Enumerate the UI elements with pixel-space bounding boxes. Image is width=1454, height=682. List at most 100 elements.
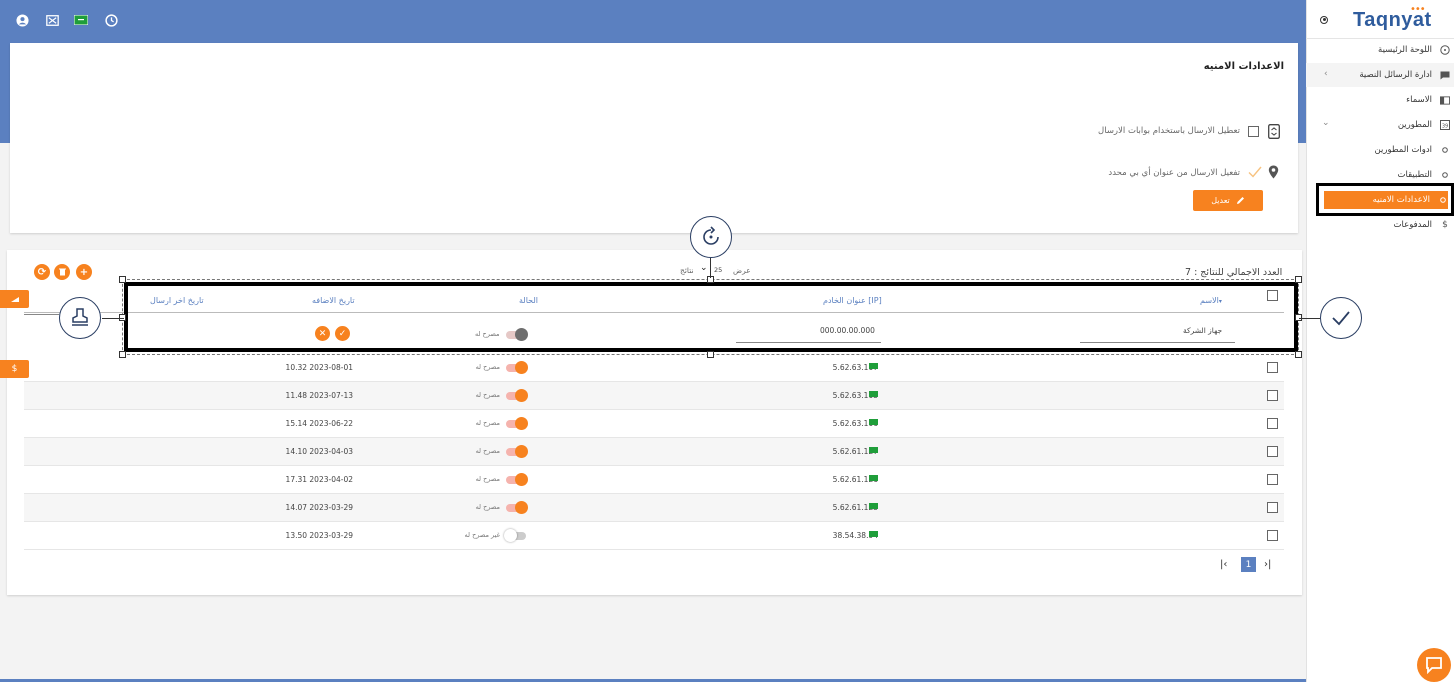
sidebar-item-dev-tools[interactable]: ادوات المطورين <box>1375 145 1433 155</box>
check-icon <box>1248 166 1262 178</box>
row-added-date: 17.31 2023-04-02 <box>285 475 353 484</box>
total-results: العدد الاجمالي للنتائج : 7 <box>1185 267 1283 278</box>
language-flag-icon[interactable] <box>73 12 89 28</box>
rotate-icon[interactable] <box>690 216 732 258</box>
logo-dots: ••• <box>1410 4 1426 15</box>
table-row[interactable] <box>24 466 1284 494</box>
security-settings-card <box>10 43 1298 233</box>
table-row[interactable] <box>24 382 1284 410</box>
resize-handle[interactable] <box>119 351 126 358</box>
page-size-select[interactable]: 25 <box>714 266 722 274</box>
flag-icon <box>869 419 878 425</box>
stamp-connector <box>102 318 124 319</box>
row-checkbox[interactable] <box>1267 474 1278 485</box>
resize-handle[interactable] <box>1295 351 1302 358</box>
row-checkbox[interactable] <box>1267 390 1278 401</box>
first-page-button[interactable]: |‹ <box>1220 559 1227 570</box>
flag-icon <box>869 475 878 481</box>
sidebar-item-apps[interactable]: التطبيقات <box>1397 170 1432 180</box>
ruler-icon <box>10 297 19 302</box>
sidebar-item-messages[interactable]: ادارة الرسائل النصية <box>1359 70 1432 80</box>
refresh-button[interactable]: ⟳ <box>34 264 50 280</box>
status-label: مصرح له <box>475 503 500 511</box>
row-added-date: 14.07 2023-03-29 <box>285 503 353 512</box>
add-button[interactable]: + <box>76 264 92 280</box>
resize-handle[interactable] <box>1295 276 1302 283</box>
row-checkbox[interactable] <box>1267 446 1278 457</box>
pencil-icon <box>1236 197 1244 204</box>
chevron-left-icon[interactable]: ‹ <box>1324 69 1328 79</box>
flag-icon <box>869 391 878 397</box>
row-checkbox[interactable] <box>1267 530 1278 541</box>
show-label: عرض <box>733 266 751 275</box>
disable-gateway-label: تعطيل الارسال باستخدام بوابات الارسال <box>1098 126 1240 136</box>
row-checkbox[interactable] <box>1267 418 1278 429</box>
developers-icon: 39 <box>1440 120 1450 130</box>
tools-tab[interactable] <box>0 290 29 308</box>
status-toggle[interactable] <box>506 445 528 458</box>
disable-gateway-checkbox[interactable] <box>1248 126 1259 137</box>
book-icon <box>1440 95 1450 105</box>
status-toggle[interactable] <box>504 529 526 542</box>
toggle-knob <box>504 529 517 542</box>
last-page-button[interactable]: ›| <box>1264 559 1271 570</box>
stamp-icon[interactable] <box>59 297 101 339</box>
fullscreen-icon[interactable] <box>44 12 60 28</box>
clock-icon[interactable] <box>103 12 119 28</box>
table-row[interactable] <box>24 410 1284 438</box>
toggle-knob <box>515 417 528 430</box>
sidebar-item-developers[interactable]: المطورين <box>1398 120 1432 130</box>
gateway-icon <box>1268 124 1280 139</box>
status-toggle[interactable] <box>506 389 528 402</box>
chat-support-button[interactable] <box>1417 648 1451 682</box>
row-added-date: 13.50 2023-03-29 <box>285 531 353 540</box>
page-1-button[interactable]: 1 <box>1241 557 1256 572</box>
status-label: مصرح له <box>475 475 500 483</box>
row-added-date: 10.32 2023-08-01 <box>285 363 353 372</box>
row-added-date: 11.48 2023-07-13 <box>285 391 353 400</box>
enable-specific-ip-label: تفعيل الارسال من عنوان أي بي محدد <box>1108 168 1240 178</box>
flag-icon <box>869 531 878 537</box>
dollar-icon: $ <box>1442 220 1448 230</box>
table-row[interactable] <box>24 354 1284 382</box>
sidebar-item-payments[interactable]: المدفوعات <box>1394 220 1432 230</box>
dashboard-icon <box>1440 45 1450 55</box>
chevron-down-icon[interactable]: ⌄ <box>1322 118 1330 128</box>
status-toggle[interactable] <box>506 473 528 486</box>
resize-handle[interactable] <box>707 351 714 358</box>
edit-button[interactable]: تعديل <box>1193 190 1263 211</box>
table-row[interactable] <box>24 522 1284 550</box>
sidebar-item-dashboard[interactable]: اللوحة الرئيسية <box>1378 45 1432 55</box>
sidebar-item-security[interactable]: الاعدادات الامنيه <box>1373 195 1430 205</box>
location-pin-icon <box>1268 165 1279 179</box>
divider <box>1306 38 1454 39</box>
results-label: نتائج <box>680 266 694 275</box>
flag-icon <box>869 503 878 509</box>
table-row[interactable] <box>24 438 1284 466</box>
user-icon[interactable] <box>14 12 30 28</box>
row-added-date: 14.10 2023-04-03 <box>285 447 353 456</box>
status-toggle[interactable] <box>506 361 528 374</box>
top-bar <box>0 0 1306 40</box>
toggle-knob <box>515 389 528 402</box>
circle-icon <box>1438 195 1448 205</box>
delete-button[interactable] <box>54 264 70 280</box>
table-row[interactable] <box>24 494 1284 522</box>
row-checkbox[interactable] <box>1267 502 1278 513</box>
toggle-knob <box>515 501 528 514</box>
sidebar-item-names[interactable]: الاسماء <box>1406 95 1432 105</box>
flag-icon <box>869 363 878 369</box>
status-toggle[interactable] <box>506 501 528 514</box>
row-checkbox[interactable] <box>1267 362 1278 373</box>
checkmark-icon[interactable] <box>1320 297 1362 339</box>
circle-icon <box>1440 170 1450 180</box>
svg-text:39: 39 <box>1442 124 1448 130</box>
status-label: مصرح له <box>475 419 500 427</box>
status-label: مصرح له <box>475 447 500 455</box>
stamp-connector-left <box>24 314 59 315</box>
status-toggle[interactable] <box>506 417 528 430</box>
chevron-down-icon[interactable]: ⌄ <box>700 263 708 273</box>
highlight-box <box>124 282 1298 352</box>
sidebar-toggle-icon[interactable] <box>1320 16 1328 24</box>
resize-handle[interactable] <box>119 276 126 283</box>
